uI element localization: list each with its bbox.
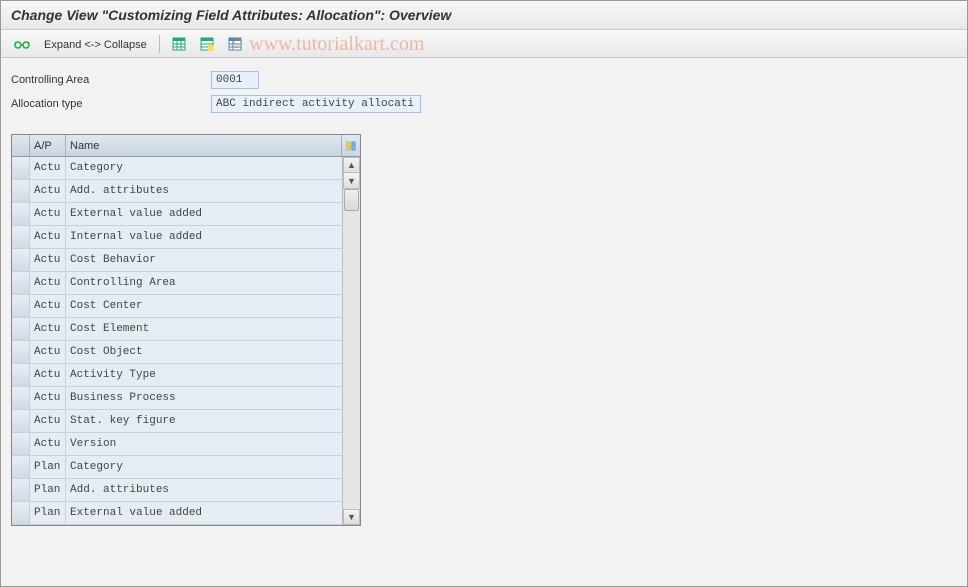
row-selector[interactable] (12, 180, 30, 202)
row-selector[interactable] (12, 157, 30, 179)
row-selector[interactable] (12, 249, 30, 271)
column-name[interactable]: Name (66, 135, 342, 156)
table-blue-icon[interactable] (223, 34, 247, 54)
table-row[interactable]: ActuCost Center (12, 295, 344, 318)
vertical-scrollbar[interactable]: ▲ ▼ ▼ (342, 157, 360, 525)
cell-name: Controlling Area (66, 272, 344, 294)
cell-name: Category (66, 157, 344, 179)
table-row[interactable]: ActuStat. key figure (12, 410, 344, 433)
cell-ap: Plan (30, 479, 66, 501)
table-row[interactable]: ActuActivity Type (12, 364, 344, 387)
cell-ap: Actu (30, 157, 66, 179)
row-selector[interactable] (12, 433, 30, 455)
table-row[interactable]: ActuAdd. attributes (12, 180, 344, 203)
table-row[interactable]: ActuControlling Area (12, 272, 344, 295)
row-selector[interactable] (12, 203, 30, 225)
expand-collapse-button[interactable]: Expand <-> Collapse (39, 34, 152, 54)
row-selector[interactable] (12, 479, 30, 501)
column-selector[interactable] (12, 135, 30, 156)
toolbar-separator (159, 35, 160, 53)
row-selector[interactable] (12, 226, 30, 248)
allocation-type-input[interactable] (211, 95, 421, 113)
cell-ap: Actu (30, 272, 66, 294)
cell-name: External value added (66, 203, 344, 225)
scroll-bottom-icon[interactable]: ▼ (343, 509, 360, 525)
row-selector[interactable] (12, 318, 30, 340)
table-row[interactable]: PlanExternal value added (12, 502, 344, 525)
toolbar: Expand <-> Collapse (1, 30, 967, 58)
cell-ap: Actu (30, 226, 66, 248)
cell-name: Version (66, 433, 344, 455)
allocation-type-label: Allocation type (11, 98, 211, 110)
row-selector[interactable] (12, 341, 30, 363)
row-selector[interactable] (12, 295, 30, 317)
table-body: ActuCategoryActuAdd. attributesActuExter… (12, 157, 360, 525)
cell-ap: Actu (30, 387, 66, 409)
cell-name: Add. attributes (66, 479, 344, 501)
cell-name: Cost Behavior (66, 249, 344, 271)
cell-ap: Actu (30, 295, 66, 317)
table-row[interactable]: PlanAdd. attributes (12, 479, 344, 502)
column-ap[interactable]: A/P (30, 135, 66, 156)
row-selector[interactable] (12, 364, 30, 386)
cell-name: Business Process (66, 387, 344, 409)
table-row[interactable]: PlanCategory (12, 456, 344, 479)
table-yellow-icon[interactable] (195, 34, 219, 54)
cell-ap: Actu (30, 203, 66, 225)
cell-ap: Actu (30, 318, 66, 340)
cell-name: External value added (66, 502, 344, 524)
cell-ap: Actu (30, 433, 66, 455)
table-row[interactable]: ActuVersion (12, 433, 344, 456)
scroll-down-icon[interactable]: ▼ (343, 173, 360, 189)
table-row[interactable]: ActuBusiness Process (12, 387, 344, 410)
cell-name: Category (66, 456, 344, 478)
cell-ap: Actu (30, 180, 66, 202)
cell-name: Cost Object (66, 341, 344, 363)
row-selector[interactable] (12, 410, 30, 432)
cell-ap: Actu (30, 410, 66, 432)
cell-name: Cost Center (66, 295, 344, 317)
content-area: Controlling Area Allocation type A/P Nam… (1, 58, 967, 538)
table-row[interactable]: ActuInternal value added (12, 226, 344, 249)
table-header: A/P Name (12, 135, 360, 157)
table-row[interactable]: ActuCost Behavior (12, 249, 344, 272)
row-selector[interactable] (12, 456, 30, 478)
controlling-area-input[interactable] (211, 71, 259, 89)
row-selector[interactable] (12, 387, 30, 409)
cell-name: Activity Type (66, 364, 344, 386)
cell-ap: Plan (30, 502, 66, 524)
table-row[interactable]: ActuCost Object (12, 341, 344, 364)
table-row[interactable]: ActuExternal value added (12, 203, 344, 226)
table-config-icon[interactable] (342, 135, 360, 156)
table-row[interactable]: ActuCategory (12, 157, 344, 180)
cell-name: Add. attributes (66, 180, 344, 202)
glasses-icon[interactable] (9, 34, 35, 54)
attributes-table: A/P Name ActuCategoryActuAdd. attributes… (11, 134, 361, 526)
scroll-track[interactable] (343, 189, 360, 509)
controlling-area-label: Controlling Area (11, 74, 211, 86)
field-row-allocation-type: Allocation type (11, 94, 957, 114)
cell-name: Cost Element (66, 318, 344, 340)
row-selector[interactable] (12, 502, 30, 524)
cell-name: Stat. key figure (66, 410, 344, 432)
cell-ap: Actu (30, 249, 66, 271)
cell-ap: Plan (30, 456, 66, 478)
row-selector[interactable] (12, 272, 30, 294)
table-row[interactable]: ActuCost Element (12, 318, 344, 341)
cell-ap: Actu (30, 364, 66, 386)
cell-ap: Actu (30, 341, 66, 363)
page-title: Change View "Customizing Field Attribute… (1, 1, 967, 30)
scroll-up-icon[interactable]: ▲ (343, 157, 360, 173)
field-row-controlling-area: Controlling Area (11, 70, 957, 90)
scroll-thumb[interactable] (344, 189, 359, 211)
table-green-icon[interactable] (167, 34, 191, 54)
cell-name: Internal value added (66, 226, 344, 248)
